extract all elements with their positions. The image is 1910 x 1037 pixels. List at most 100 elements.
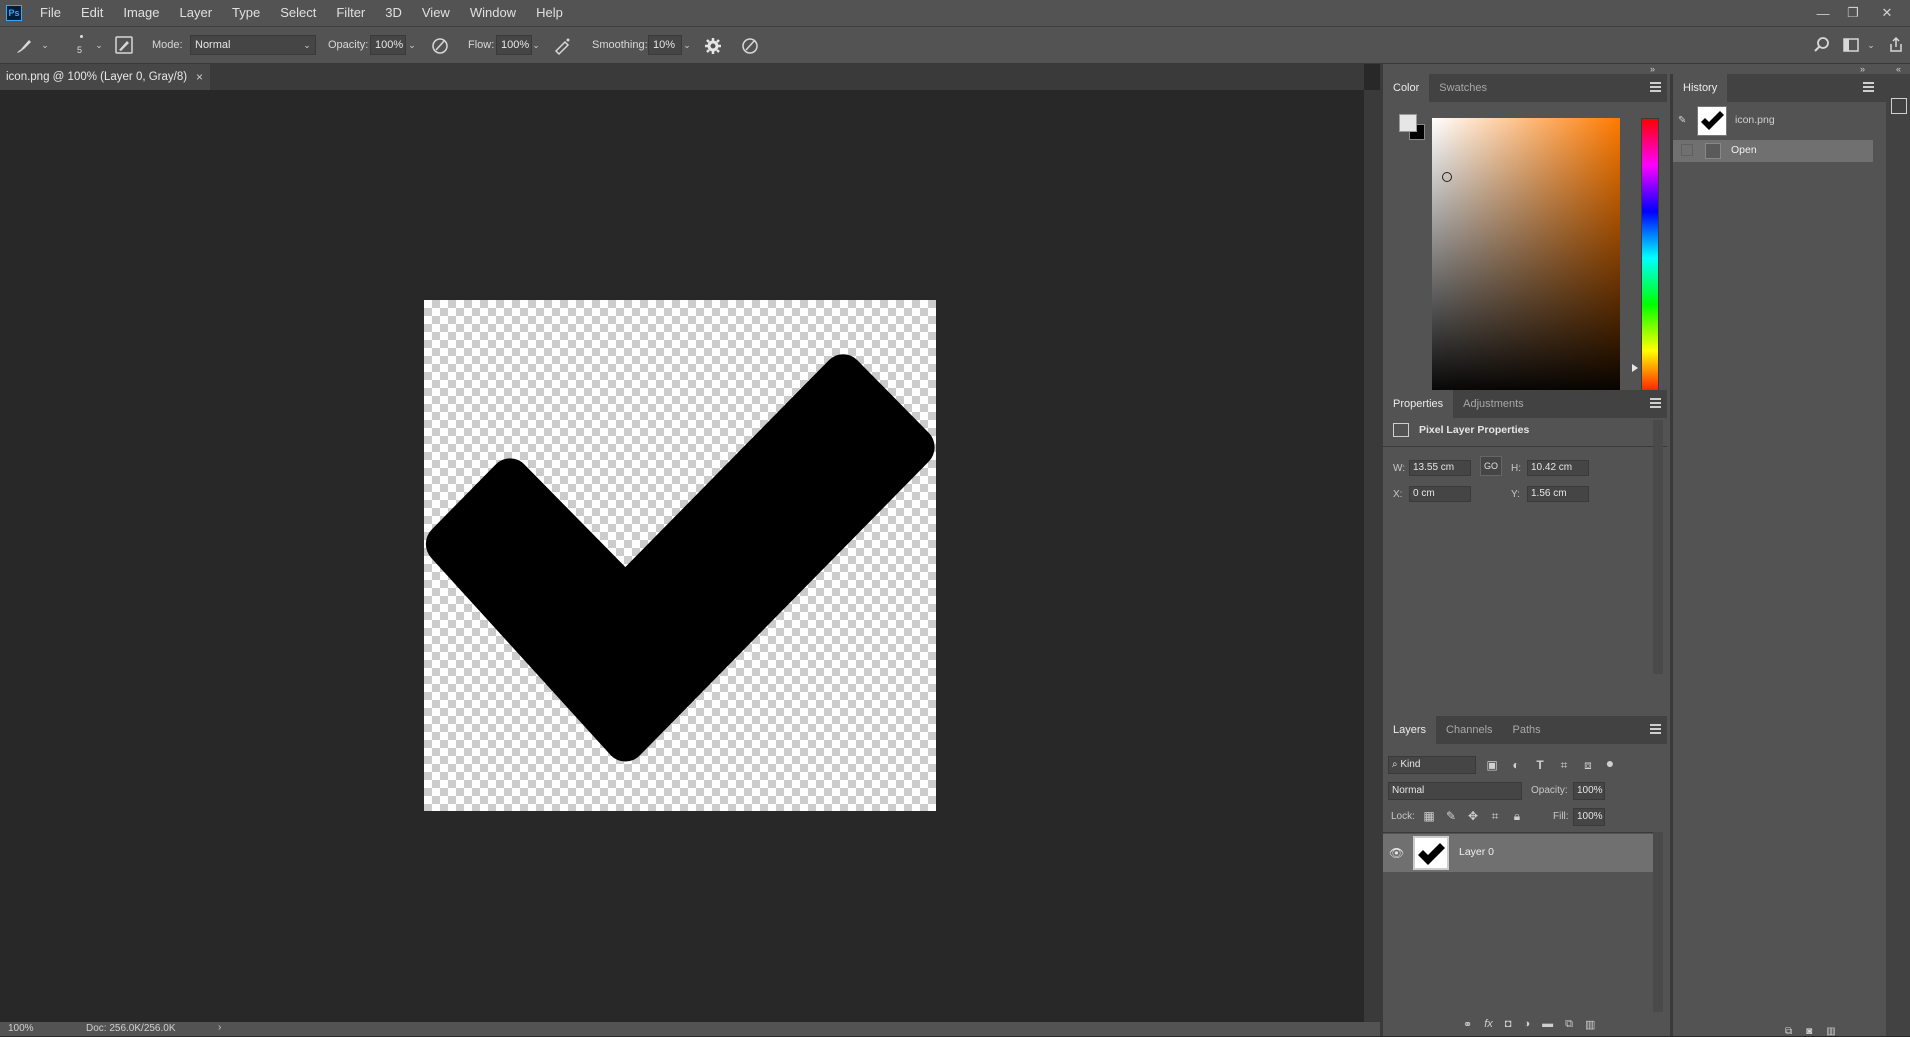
menu-3d[interactable]: 3D [375, 0, 412, 26]
x-field[interactable]: 0 cm [1409, 486, 1471, 502]
share-icon[interactable] [1886, 36, 1906, 56]
eye-icon[interactable]: 👁︎ [1389, 846, 1405, 860]
tab-layers[interactable]: Layers [1383, 716, 1437, 744]
properties-scrollbar[interactable] [1653, 420, 1663, 674]
history-panel-menu-icon[interactable] [1863, 82, 1874, 92]
layer-name[interactable]: Layer 0 [1459, 846, 1494, 858]
tab-channels[interactable]: Channels [1436, 716, 1502, 744]
tab-history[interactable]: History [1673, 74, 1728, 102]
opacity-caret-icon[interactable]: ⌄ [405, 36, 419, 54]
minimize-button[interactable]: — [1808, 0, 1838, 26]
image-filter-icon[interactable]: ▣ [1483, 756, 1501, 774]
menu-help[interactable]: Help [526, 0, 573, 26]
blend-mode-select[interactable]: Normal [1388, 782, 1522, 800]
brush-preset-caret-icon[interactable]: ⌄ [92, 36, 106, 54]
opacity-input[interactable]: 100% [370, 35, 406, 55]
lock-position-icon[interactable]: ✥ [1464, 807, 1482, 825]
mode-select[interactable]: Normal [190, 35, 316, 55]
new-group-icon[interactable]: ▬ [1542, 1018, 1553, 1034]
shape-filter-icon[interactable]: ⌗ [1555, 756, 1573, 774]
close-icon[interactable]: × [196, 64, 203, 90]
filter-toggle-icon[interactable]: ● [1601, 754, 1619, 772]
mode-caret-icon[interactable]: ⌄ [300, 36, 314, 54]
brush-panel-toggle-icon[interactable] [114, 36, 134, 56]
smoothing-caret-icon[interactable]: ⌄ [680, 36, 694, 54]
lock-artboard-icon[interactable]: ⌗ [1486, 807, 1504, 825]
history-snapshot[interactable]: ✎ icon.png [1673, 104, 1873, 136]
menu-view[interactable]: View [412, 0, 460, 26]
tab-paths[interactable]: Paths [1503, 716, 1551, 744]
document-tab[interactable]: icon.png @ 100% (Layer 0, Gray/8) × [0, 64, 210, 90]
tab-swatches[interactable]: Swatches [1429, 74, 1497, 102]
hue-slider-handle[interactable] [1632, 364, 1638, 372]
snapshot-label: icon.png [1735, 114, 1775, 126]
fx-icon[interactable]: fx [1484, 1018, 1493, 1034]
brush-tip-dot-icon [80, 35, 83, 38]
layer-row[interactable]: 👁︎ Layer 0 [1383, 834, 1653, 872]
layers-scrollbar[interactable] [1653, 832, 1663, 1012]
zoom-level[interactable]: 100% [8, 1023, 34, 1034]
tool-preset-caret-icon[interactable]: ⌄ [38, 36, 52, 54]
link-dimensions-button[interactable]: GO [1480, 456, 1502, 476]
properties-panel-menu-icon[interactable] [1650, 398, 1661, 408]
hue-slider[interactable] [1641, 118, 1659, 398]
canvas-scrollbar[interactable] [1364, 90, 1380, 1022]
add-mask-icon[interactable]: ◘ [1505, 1018, 1512, 1034]
tab-color[interactable]: Color [1383, 74, 1430, 102]
foreground-color-swatch[interactable] [1399, 114, 1417, 132]
layer-opacity-input[interactable]: 100% [1573, 782, 1605, 800]
flow-caret-icon[interactable]: ⌄ [529, 36, 543, 54]
width-field[interactable]: 13.55 cm [1409, 460, 1471, 476]
panel-icon[interactable] [1891, 98, 1907, 114]
new-document-from-state-icon[interactable]: ⧉ [1785, 1026, 1792, 1037]
workspace-caret-icon[interactable]: ⌄ [1864, 36, 1878, 54]
adjustment-filter-icon[interactable]: ◐ [1507, 756, 1525, 774]
history-state-row[interactable]: Open [1673, 140, 1873, 162]
height-field[interactable]: 10.42 cm [1527, 460, 1589, 476]
trash-icon[interactable]: ▥ [1826, 1026, 1835, 1037]
menu-type[interactable]: Type [222, 0, 270, 26]
menu-file[interactable]: File [30, 0, 71, 26]
menu-select[interactable]: Select [270, 0, 326, 26]
status-menu-arrow-icon[interactable]: › [218, 1022, 221, 1033]
snapshot-brush-icon[interactable]: ✎ [1678, 115, 1692, 127]
menu-edit[interactable]: Edit [71, 0, 113, 26]
new-layer-icon[interactable]: ⧉ [1565, 1018, 1573, 1034]
menu-layer[interactable]: Layer [170, 0, 223, 26]
tab-adjustments[interactable]: Adjustments [1453, 390, 1534, 418]
trash-icon[interactable]: ▥ [1585, 1018, 1595, 1034]
menu-window[interactable]: Window [460, 0, 526, 26]
symmetry-icon[interactable] [740, 36, 760, 56]
search-icon[interactable] [1812, 36, 1832, 56]
airbrush-icon[interactable] [553, 36, 573, 56]
lock-transparent-icon[interactable]: ▦ [1420, 807, 1438, 825]
smart-object-filter-icon[interactable]: ⧈ [1579, 756, 1597, 774]
color-field[interactable] [1432, 118, 1620, 398]
y-field[interactable]: 1.56 cm [1527, 486, 1589, 502]
document-canvas[interactable] [424, 300, 936, 811]
brush-tool-icon[interactable] [14, 36, 34, 56]
menu-image[interactable]: Image [113, 0, 169, 26]
layer-filter-select[interactable]: ⌕ Kind [1388, 756, 1476, 774]
smoothing-input[interactable]: 10% [648, 35, 682, 55]
pressure-opacity-icon[interactable] [430, 36, 450, 56]
link-layers-icon[interactable]: ⚭ [1463, 1018, 1472, 1034]
type-filter-icon[interactable]: T [1531, 756, 1549, 774]
menu-filter[interactable]: Filter [326, 0, 375, 26]
gear-icon[interactable] [703, 36, 723, 56]
lock-pixels-icon[interactable]: ✎ [1442, 807, 1460, 825]
camera-icon[interactable]: ◙ [1806, 1026, 1812, 1037]
brush-preset-picker[interactable]: 5 [72, 33, 92, 59]
adjustment-layer-icon[interactable]: ◑ [1523, 1018, 1530, 1034]
color-picker-cursor[interactable] [1442, 172, 1452, 182]
restore-button[interactable]: ❐ [1838, 0, 1868, 26]
tab-properties[interactable]: Properties [1383, 390, 1454, 418]
layers-panel-menu-icon[interactable] [1650, 724, 1661, 734]
fill-input[interactable]: 100% [1573, 808, 1605, 826]
lock-all-icon[interactable]: 🔒︎ [1508, 807, 1526, 825]
close-window-button[interactable]: ✕ [1872, 0, 1902, 26]
workspace-icon[interactable] [1841, 36, 1861, 56]
color-panel-menu-icon[interactable] [1650, 82, 1661, 92]
flow-input[interactable]: 100% [496, 35, 532, 55]
history-state-checkbox[interactable] [1681, 144, 1693, 156]
